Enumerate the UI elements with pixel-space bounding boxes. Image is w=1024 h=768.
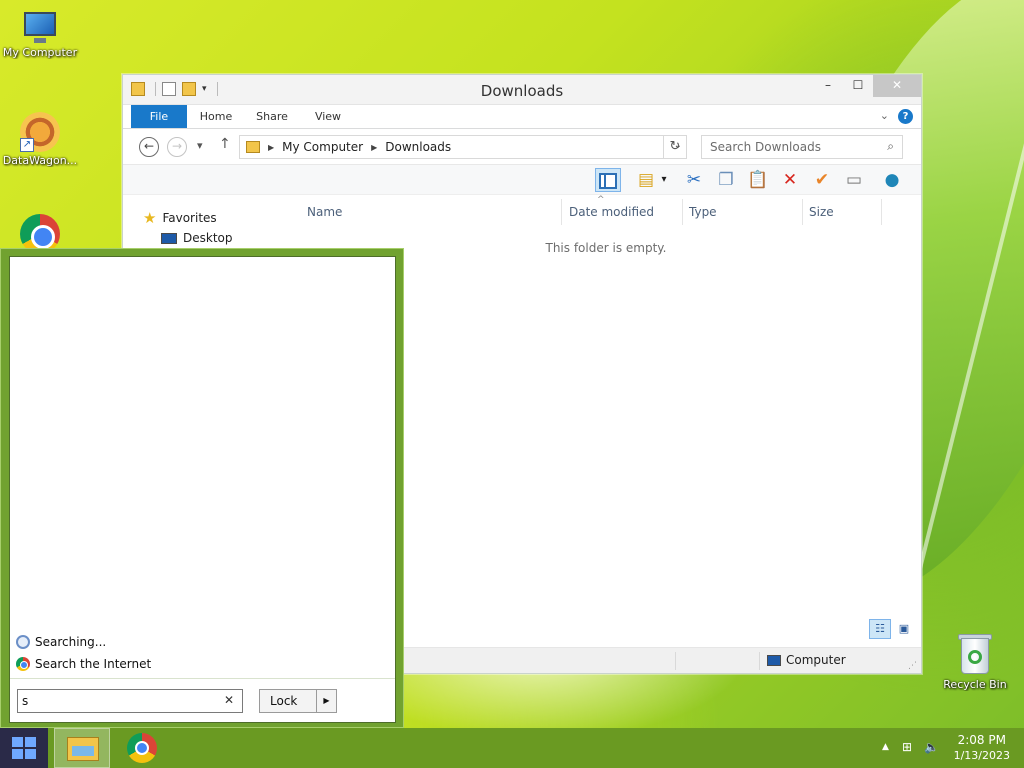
window-title: Downloads: [480, 82, 564, 100]
result-searching-label: Searching...: [35, 635, 107, 649]
cut-icon[interactable]: ✂: [681, 168, 707, 192]
status-computer: Computer: [767, 653, 846, 667]
desktop-icon-datawagon[interactable]: ↗ DataWagon...: [0, 112, 80, 167]
result-search-internet-label: Search the Internet: [35, 657, 152, 671]
column-date-modified[interactable]: Date modified: [569, 205, 654, 219]
desktop-icon-label: My Computer: [2, 46, 78, 59]
column-type[interactable]: Type: [689, 205, 717, 219]
breadcrumb-my-computer[interactable]: My Computer: [282, 140, 363, 154]
recent-locations-dropdown[interactable]: ▾: [197, 139, 203, 152]
start-button[interactable]: [0, 728, 48, 768]
column-name[interactable]: Name: [307, 205, 342, 219]
select-dropdown-icon[interactable]: ▾: [657, 168, 671, 192]
chrome-icon: [16, 657, 30, 671]
minimize-button[interactable]: –: [813, 75, 843, 97]
show-hidden-icons-icon[interactable]: ▲: [882, 742, 889, 752]
start-menu: Searching... Search the Internet ✕ Lock …: [0, 248, 404, 728]
start-menu-panel: Searching... Search the Internet ✕ Lock …: [9, 256, 396, 723]
large-icons-view-icon[interactable]: ▣: [893, 619, 915, 639]
lock-button-label: Lock: [270, 694, 298, 708]
tab-file[interactable]: File: [131, 105, 187, 128]
power-options-arrow-icon[interactable]: ▶: [316, 690, 336, 712]
forward-button[interactable]: →: [167, 137, 187, 157]
star-icon: ★: [143, 209, 157, 227]
details-view-icon[interactable]: ☷: [869, 619, 891, 639]
start-menu-bottom: ✕ Lock ▶: [10, 678, 395, 722]
column-size[interactable]: Size: [809, 205, 834, 219]
clear-search-icon[interactable]: ✕: [224, 693, 234, 707]
search-icon: [16, 635, 30, 649]
delete-icon[interactable]: ✕: [777, 168, 803, 192]
result-searching: Searching...: [16, 635, 106, 649]
chevron-right-icon[interactable]: ▶: [371, 143, 377, 152]
windows-logo-icon: [12, 737, 36, 759]
close-button[interactable]: ✕: [873, 75, 921, 97]
up-button[interactable]: ↑: [219, 136, 231, 152]
recycle-bin-icon: [957, 632, 993, 676]
navpane-favorites-label: Favorites: [162, 211, 217, 225]
pane-icon: [599, 173, 617, 189]
system-tray: ▲ ⊞ 🔈 2:08 PM 1/13/2023: [864, 728, 1024, 768]
result-search-internet[interactable]: Search the Internet: [16, 657, 151, 671]
taskbar: ▲ ⊞ 🔈 2:08 PM 1/13/2023: [0, 728, 1024, 768]
view-buttons: ☷ ▣: [869, 619, 915, 639]
properties-icon[interactable]: ▭: [841, 168, 867, 192]
desktop-icon-recycle-bin[interactable]: Recycle Bin: [935, 632, 1015, 691]
clock-time: 2:08 PM: [957, 733, 1006, 747]
search-input[interactable]: Search Downloads ⌕: [701, 135, 903, 159]
ribbon-tabs: File Home Share View ⌄ ?: [123, 105, 921, 129]
taskbar-file-explorer[interactable]: [54, 728, 110, 768]
desktop-icon-label: Recycle Bin: [943, 678, 1007, 691]
rename-icon[interactable]: ✔: [809, 168, 835, 192]
breadcrumb-downloads[interactable]: Downloads: [385, 140, 451, 154]
shell-icon[interactable]: ●: [879, 168, 905, 192]
command-toolbar: ▤ ▾ ✂ ❐ 📋 ✕ ✔ ▭ ●: [123, 165, 921, 195]
copy-icon[interactable]: ❐: [713, 168, 739, 192]
computer-icon: [767, 654, 781, 666]
help-icon[interactable]: ?: [898, 109, 913, 124]
ribbon-expand-icon[interactable]: ⌄: [880, 109, 889, 122]
chevron-right-icon[interactable]: ▶: [268, 143, 274, 152]
chrome-icon: [127, 733, 157, 763]
refresh-button[interactable]: ↻: [663, 135, 687, 159]
desktop-icon-label: DataWagon...: [2, 154, 78, 167]
clock[interactable]: 2:08 PM 1/13/2023: [954, 733, 1010, 763]
navigation-bar: ← → ▾ ↑ ▶ My Computer ▶ Downloads ⌄ ↻ Se…: [123, 129, 921, 165]
navpane-desktop-label: Desktop: [183, 231, 233, 245]
desktop-icon: [161, 232, 177, 244]
paste-icon[interactable]: 📋: [745, 168, 771, 192]
title-bar[interactable]: ▾ Downloads – ☐ ✕: [123, 75, 921, 105]
desktop-icon-my-computer[interactable]: My Computer: [0, 10, 80, 59]
taskbar-chrome[interactable]: [114, 728, 170, 768]
shortcut-arrow-icon: ↗: [20, 138, 34, 152]
navpane-desktop[interactable]: Desktop: [161, 231, 233, 245]
sort-caret-icon: ^: [597, 195, 605, 205]
back-button[interactable]: ←: [139, 137, 159, 157]
tab-home[interactable]: Home: [191, 105, 241, 128]
maximize-button[interactable]: ☐: [843, 75, 873, 97]
search-icon: ⌕: [887, 139, 894, 153]
status-location-label: Computer: [786, 653, 846, 667]
volume-icon[interactable]: 🔈: [924, 740, 939, 754]
select-icon[interactable]: ▤: [633, 168, 659, 192]
window-controls: – ☐ ✕: [813, 75, 921, 97]
search-placeholder: Search Downloads: [710, 140, 821, 154]
address-bar[interactable]: ▶ My Computer ▶ Downloads ⌄: [239, 135, 687, 159]
clock-date: 1/13/2023: [953, 749, 1010, 762]
start-search-input[interactable]: [17, 689, 243, 713]
datawagon-icon: ↗: [20, 112, 60, 152]
file-explorer-icon: [67, 737, 99, 761]
tab-share[interactable]: Share: [247, 105, 297, 128]
navpane-favorites[interactable]: ★ Favorites: [143, 209, 217, 227]
computer-icon: [20, 10, 60, 44]
resize-grip-icon[interactable]: ⋰: [908, 661, 917, 671]
tab-view[interactable]: View: [303, 105, 353, 128]
lock-button[interactable]: Lock ▶: [259, 689, 337, 713]
folder-icon: [246, 141, 260, 153]
preview-pane-button[interactable]: [595, 168, 621, 192]
network-icon[interactable]: ⊞: [902, 740, 912, 754]
